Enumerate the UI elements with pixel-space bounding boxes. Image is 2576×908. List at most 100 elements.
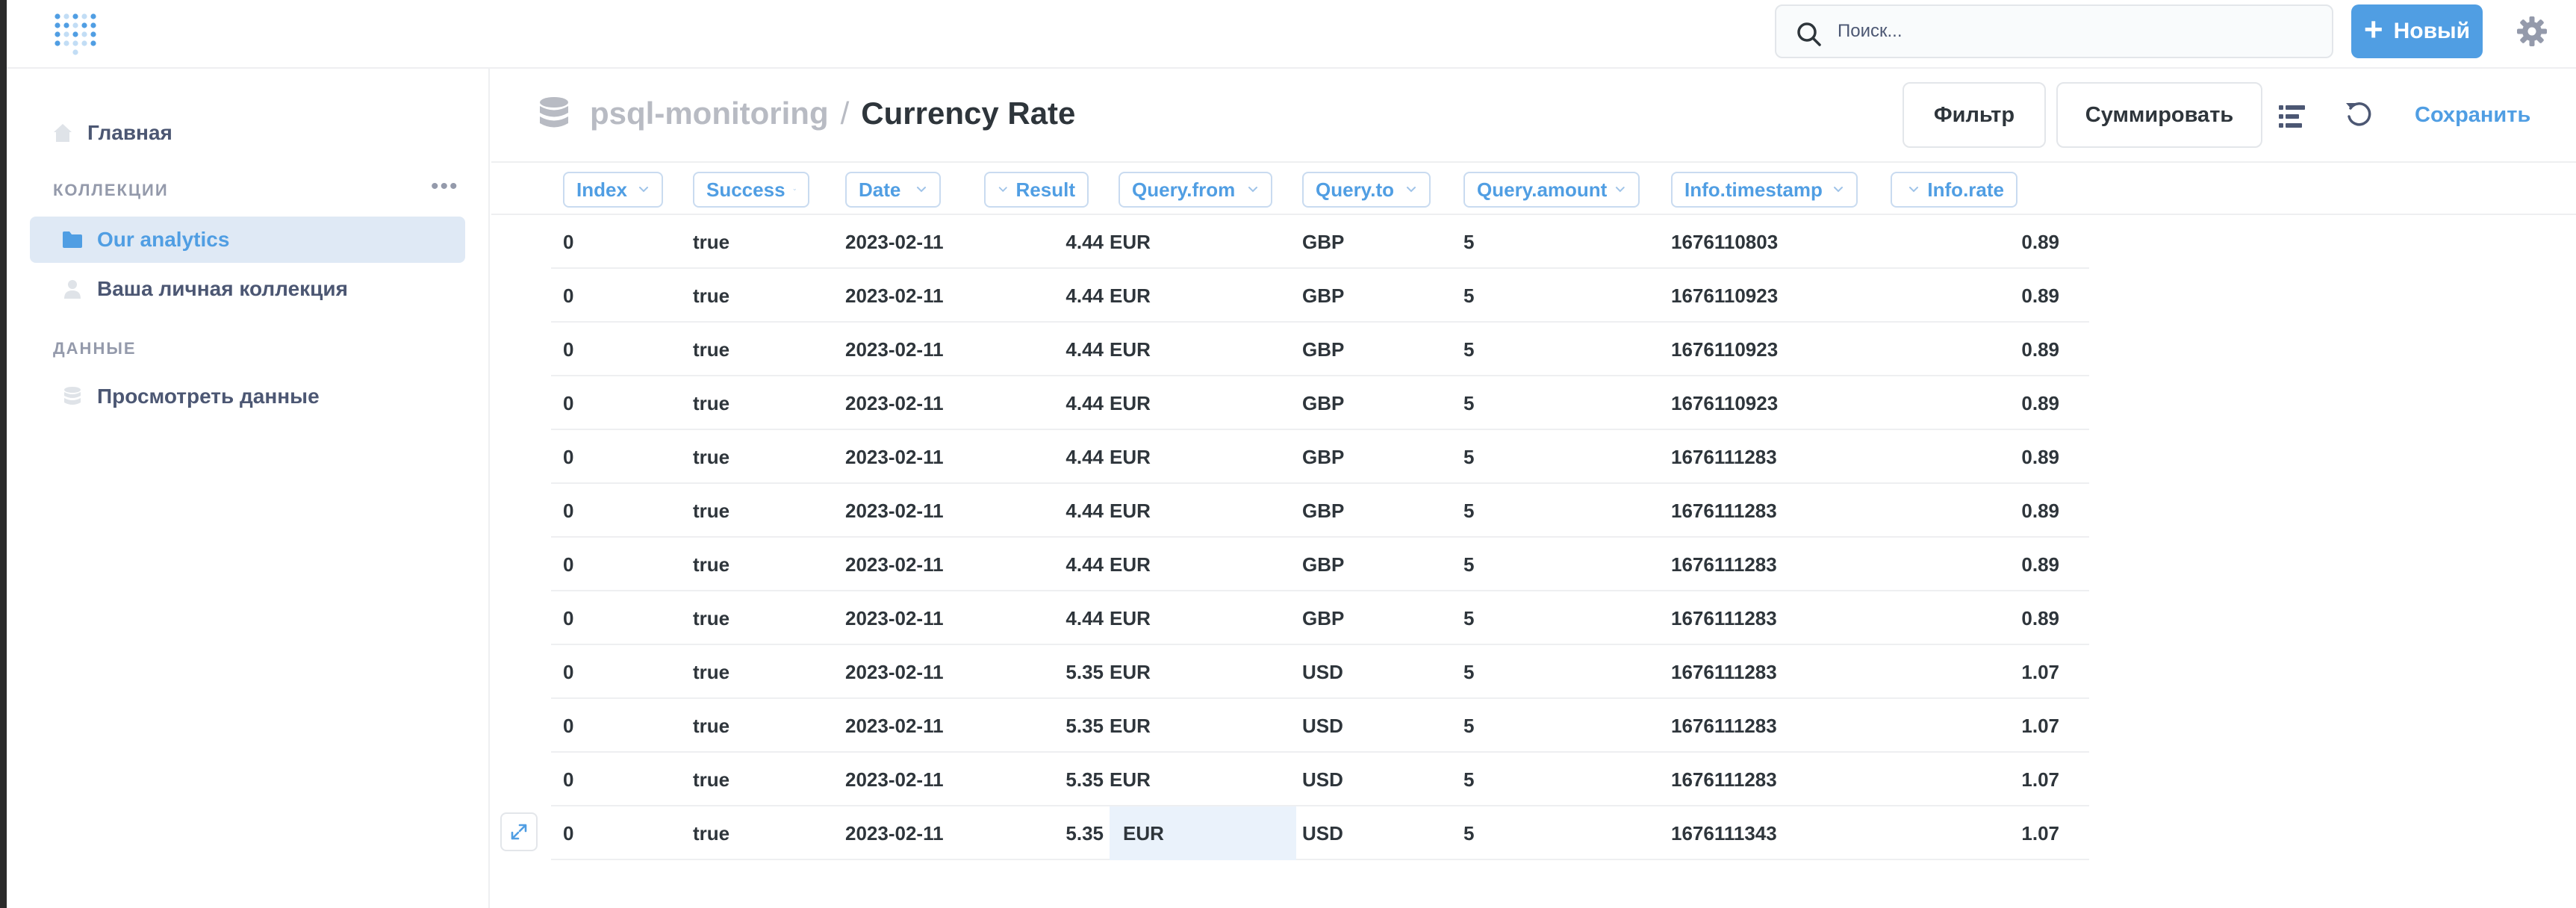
table-cell-info-rate[interactable]: 1.07 bbox=[1880, 699, 2059, 753]
table-cell-info-rate[interactable]: 0.89 bbox=[1880, 484, 2059, 538]
table-cell-query-from[interactable]: EUR bbox=[1110, 591, 1296, 645]
metabase-logo-icon[interactable] bbox=[52, 10, 96, 55]
table-cell-query-amount[interactable]: 5 bbox=[1463, 430, 1613, 484]
column-header-result[interactable]: Result bbox=[984, 172, 1089, 208]
table-cell-info-timestamp[interactable]: 1676110923 bbox=[1671, 376, 1865, 430]
column-header-query-amount[interactable]: Query.amount bbox=[1463, 172, 1640, 208]
table-cell-query-to[interactable]: GBP bbox=[1302, 430, 1452, 484]
column-header-index[interactable]: Index bbox=[563, 172, 663, 208]
table-cell-query-to[interactable]: GBP bbox=[1302, 215, 1452, 269]
table-cell-result[interactable]: 4.44 bbox=[980, 215, 1104, 269]
table-cell-info-rate[interactable]: 0.89 bbox=[1880, 591, 2059, 645]
table-cell-date[interactable]: 2023-02-11 bbox=[845, 430, 980, 484]
table-cell-query-to[interactable]: GBP bbox=[1302, 376, 1452, 430]
table-cell-query-amount[interactable]: 5 bbox=[1463, 753, 1613, 806]
table-cell-date[interactable]: 2023-02-11 bbox=[845, 591, 980, 645]
table-cell-index[interactable]: 0 bbox=[563, 699, 653, 753]
table-cell-index[interactable]: 0 bbox=[563, 323, 653, 376]
gear-icon[interactable] bbox=[2516, 15, 2548, 48]
table-cell-info-timestamp[interactable]: 1676111283 bbox=[1671, 538, 1865, 591]
table-cell-date[interactable]: 2023-02-11 bbox=[845, 323, 980, 376]
table-cell-info-rate[interactable]: 0.89 bbox=[1880, 538, 2059, 591]
table-cell-query-to[interactable]: GBP bbox=[1302, 591, 1452, 645]
table-cell-success[interactable]: true bbox=[693, 323, 805, 376]
table-cell-query-from[interactable]: EUR bbox=[1110, 806, 1296, 860]
search-box[interactable] bbox=[1775, 4, 2333, 58]
table-cell-date[interactable]: 2023-02-11 bbox=[845, 699, 980, 753]
table-cell-query-from[interactable]: EUR bbox=[1110, 376, 1296, 430]
filter-button[interactable]: Фильтр bbox=[1903, 82, 2046, 148]
table-cell-success[interactable]: true bbox=[693, 538, 805, 591]
table-cell-success[interactable]: true bbox=[693, 753, 805, 806]
column-header-success[interactable]: Success bbox=[693, 172, 809, 208]
table-cell-info-timestamp[interactable]: 1676110923 bbox=[1671, 323, 1865, 376]
table-cell-query-to[interactable]: GBP bbox=[1302, 538, 1452, 591]
table-cell-query-amount[interactable]: 5 bbox=[1463, 806, 1613, 860]
expand-row-button[interactable] bbox=[500, 812, 538, 851]
table-cell-result[interactable]: 5.35 bbox=[980, 645, 1104, 699]
table-cell-info-timestamp[interactable]: 1676111283 bbox=[1671, 430, 1865, 484]
table-cell-success[interactable]: true bbox=[693, 430, 805, 484]
table-cell-success[interactable]: true bbox=[693, 269, 805, 323]
table-cell-query-amount[interactable]: 5 bbox=[1463, 538, 1613, 591]
table-cell-result[interactable]: 4.44 bbox=[980, 591, 1104, 645]
table-cell-query-to[interactable]: USD bbox=[1302, 806, 1452, 860]
table-cell-date[interactable]: 2023-02-11 bbox=[845, 538, 980, 591]
table-cell-query-amount[interactable]: 5 bbox=[1463, 323, 1613, 376]
table-cell-info-timestamp[interactable]: 1676110923 bbox=[1671, 269, 1865, 323]
table-cell-date[interactable]: 2023-02-11 bbox=[845, 376, 980, 430]
table-cell-index[interactable]: 0 bbox=[563, 591, 653, 645]
table-cell-date[interactable]: 2023-02-11 bbox=[845, 484, 980, 538]
sidebar-item-personal-collection[interactable]: Ваша личная коллекция bbox=[30, 266, 465, 312]
table-cell-query-amount[interactable]: 5 bbox=[1463, 484, 1613, 538]
sidebar-item-browse-data[interactable]: Просмотреть данные bbox=[30, 373, 465, 420]
table-cell-index[interactable]: 0 bbox=[563, 484, 653, 538]
table-cell-info-timestamp[interactable]: 1676111283 bbox=[1671, 699, 1865, 753]
table-cell-index[interactable]: 0 bbox=[563, 753, 653, 806]
column-header-query-to[interactable]: Query.to bbox=[1302, 172, 1431, 208]
table-cell-info-rate[interactable]: 0.89 bbox=[1880, 430, 2059, 484]
table-cell-info-rate[interactable]: 1.07 bbox=[1880, 753, 2059, 806]
table-cell-info-rate[interactable]: 1.07 bbox=[1880, 806, 2059, 860]
table-cell-query-from[interactable]: EUR bbox=[1110, 645, 1296, 699]
table-cell-query-from[interactable]: EUR bbox=[1110, 753, 1296, 806]
collections-more-icon[interactable]: ••• bbox=[431, 175, 459, 198]
breadcrumb-database[interactable]: psql-monitoring bbox=[590, 96, 829, 131]
table-cell-query-amount[interactable]: 5 bbox=[1463, 376, 1613, 430]
table-cell-query-from[interactable]: EUR bbox=[1110, 484, 1296, 538]
table-cell-result[interactable]: 4.44 bbox=[980, 430, 1104, 484]
table-cell-success[interactable]: true bbox=[693, 699, 805, 753]
table-cell-query-amount[interactable]: 5 bbox=[1463, 269, 1613, 323]
table-cell-info-rate[interactable]: 0.89 bbox=[1880, 269, 2059, 323]
table-cell-index[interactable]: 0 bbox=[563, 538, 653, 591]
table-cell-info-timestamp[interactable]: 1676111283 bbox=[1671, 645, 1865, 699]
table-cell-query-to[interactable]: GBP bbox=[1302, 484, 1452, 538]
table-cell-result[interactable]: 5.35 bbox=[980, 699, 1104, 753]
table-cell-result[interactable]: 4.44 bbox=[980, 484, 1104, 538]
table-cell-success[interactable]: true bbox=[693, 376, 805, 430]
table-cell-result[interactable]: 4.44 bbox=[980, 269, 1104, 323]
table-cell-info-timestamp[interactable]: 1676110803 bbox=[1671, 215, 1865, 269]
table-cell-query-to[interactable]: GBP bbox=[1302, 269, 1452, 323]
sidebar-item-our-analytics[interactable]: Our analytics bbox=[30, 217, 465, 263]
table-cell-query-from[interactable]: EUR bbox=[1110, 538, 1296, 591]
column-header-date[interactable]: Date bbox=[845, 172, 941, 208]
table-cell-index[interactable]: 0 bbox=[563, 645, 653, 699]
sidebar-item-home[interactable]: Главная bbox=[52, 115, 172, 151]
table-cell-date[interactable]: 2023-02-11 bbox=[845, 645, 980, 699]
table-cell-query-amount[interactable]: 5 bbox=[1463, 591, 1613, 645]
table-cell-info-timestamp[interactable]: 1676111283 bbox=[1671, 591, 1865, 645]
table-cell-index[interactable]: 0 bbox=[563, 430, 653, 484]
column-header-query-from[interactable]: Query.from bbox=[1119, 172, 1272, 208]
table-cell-date[interactable]: 2023-02-11 bbox=[845, 269, 980, 323]
table-cell-result[interactable]: 4.44 bbox=[980, 538, 1104, 591]
table-cell-query-to[interactable]: USD bbox=[1302, 753, 1452, 806]
table-cell-success[interactable]: true bbox=[693, 591, 805, 645]
table-cell-query-from[interactable]: EUR bbox=[1110, 430, 1296, 484]
notebook-editor-icon[interactable] bbox=[2277, 102, 2307, 131]
table-cell-success[interactable]: true bbox=[693, 806, 805, 860]
table-cell-success[interactable]: true bbox=[693, 215, 805, 269]
table-cell-result[interactable]: 5.35 bbox=[980, 753, 1104, 806]
table-cell-info-timestamp[interactable]: 1676111343 bbox=[1671, 806, 1865, 860]
table-cell-success[interactable]: true bbox=[693, 645, 805, 699]
